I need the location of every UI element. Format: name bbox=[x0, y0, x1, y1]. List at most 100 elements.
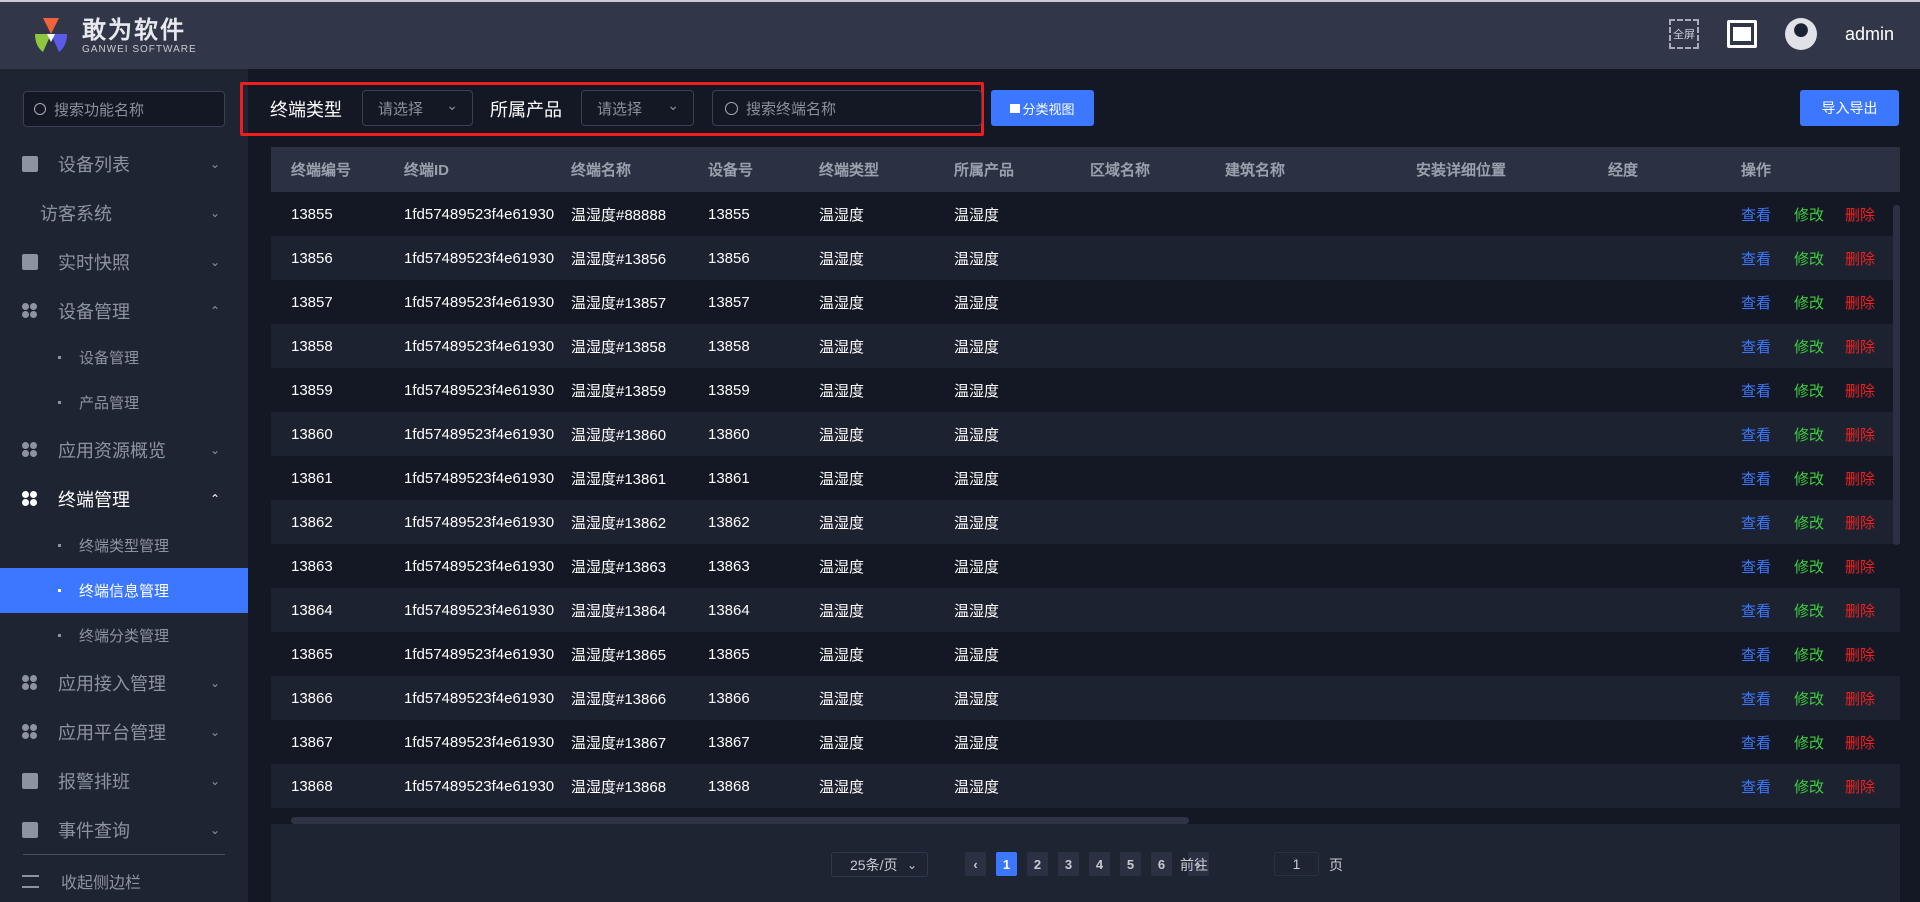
delete-link[interactable]: 删除 bbox=[1845, 424, 1875, 445]
table-cell: 温湿度 bbox=[819, 690, 865, 708]
view-link[interactable]: 查看 bbox=[1741, 204, 1771, 225]
delete-link[interactable]: 删除 bbox=[1845, 336, 1875, 357]
submenu-label: 终端类型管理 bbox=[79, 538, 170, 555]
sidebar-item-app-access[interactable]: 应用接入管理 ⌄ bbox=[0, 658, 248, 707]
edit-link[interactable]: 修改 bbox=[1794, 468, 1824, 489]
view-link[interactable]: 查看 bbox=[1741, 644, 1771, 665]
page-button[interactable]: 3 bbox=[1058, 852, 1079, 876]
table-cell: 温湿度 bbox=[819, 514, 865, 532]
select-placeholder: 请选择 bbox=[378, 100, 424, 118]
delete-link[interactable]: 删除 bbox=[1845, 468, 1875, 489]
sidebar-subitem-product-mgmt[interactable]: 产品管理 bbox=[0, 380, 248, 425]
table-cell: 1fd57489523f4e61930 bbox=[404, 777, 555, 795]
prev-page-button[interactable]: ‹ bbox=[965, 852, 986, 876]
table-cell: 1fd57489523f4e61930 bbox=[404, 425, 555, 443]
collapse-sidebar-button[interactable]: 收起侧边栏 bbox=[22, 866, 141, 896]
sidebar-item-terminal-mgmt[interactable]: 终端管理 ⌃ bbox=[0, 474, 248, 523]
delete-link[interactable]: 删除 bbox=[1845, 512, 1875, 533]
chevron-up-icon: ⌃ bbox=[209, 491, 220, 506]
category-view-button[interactable]: 分类视图 bbox=[991, 90, 1094, 126]
view-link[interactable]: 查看 bbox=[1741, 776, 1771, 797]
menu-label: 访客系统 bbox=[40, 203, 112, 224]
select-placeholder: 请选择 bbox=[597, 100, 643, 118]
goto-page-input[interactable]: 1 bbox=[1274, 852, 1319, 876]
view-link[interactable]: 查看 bbox=[1741, 688, 1771, 709]
sidebar-subitem-terminal-category[interactable]: 终端分类管理 bbox=[0, 613, 248, 658]
sidebar-item-device-list[interactable]: 设备列表 ⌄ bbox=[0, 139, 248, 188]
sidebar-subitem-terminal-info[interactable]: 终端信息管理 bbox=[0, 568, 248, 613]
sidebar-item-app-platform[interactable]: 应用平台管理 ⌄ bbox=[0, 707, 248, 756]
sidebar-subitem-device-mgmt[interactable]: 设备管理 bbox=[0, 335, 248, 380]
delete-link[interactable]: 删除 bbox=[1845, 292, 1875, 313]
vertical-scrollbar[interactable] bbox=[1893, 205, 1900, 545]
delete-link[interactable]: 删除 bbox=[1845, 644, 1875, 665]
fullscreen-button[interactable]: 全屏 bbox=[1668, 19, 1699, 49]
view-link[interactable]: 查看 bbox=[1741, 424, 1771, 445]
sidebar-item-device-mgmt[interactable]: 设备管理 ⌃ bbox=[0, 286, 248, 335]
page-button[interactable]: 4 bbox=[1089, 852, 1110, 876]
page-button[interactable]: 6 bbox=[1151, 852, 1172, 876]
view-link[interactable]: 查看 bbox=[1741, 468, 1771, 489]
sidebar-item-snapshot[interactable]: 实时快照 ⌄ bbox=[0, 237, 248, 286]
edit-link[interactable]: 修改 bbox=[1794, 380, 1824, 401]
table-cell: 1fd57489523f4e61930 bbox=[404, 513, 555, 531]
terminal-type-select[interactable]: 请选择 ⌄ bbox=[362, 90, 473, 126]
delete-link[interactable]: 删除 bbox=[1845, 600, 1875, 621]
table-cell: 13860 bbox=[291, 425, 333, 443]
delete-link[interactable]: 删除 bbox=[1845, 732, 1875, 753]
sidebar-item-alarm-schedule[interactable]: 报警排班 ⌄ bbox=[0, 756, 248, 805]
collapse-icon bbox=[22, 874, 39, 888]
edit-link[interactable]: 修改 bbox=[1794, 292, 1824, 313]
product-select[interactable]: 请选择 ⌄ bbox=[581, 90, 694, 126]
view-link[interactable]: 查看 bbox=[1741, 380, 1771, 401]
table-cell: 13864 bbox=[291, 601, 333, 619]
page-button[interactable]: 2 bbox=[1027, 852, 1048, 876]
import-export-button[interactable]: 导入导出 bbox=[1800, 90, 1899, 126]
terminal-name-search-input[interactable]: 搜索终端名称 bbox=[712, 90, 982, 126]
delete-link[interactable]: 删除 bbox=[1845, 204, 1875, 225]
table-cell: 温湿度 bbox=[954, 778, 1000, 796]
page-button[interactable]: 1 bbox=[996, 852, 1017, 876]
table-cell: 13864 bbox=[708, 601, 750, 619]
view-link[interactable]: 查看 bbox=[1741, 336, 1771, 357]
sidebar-subitem-terminal-type[interactable]: 终端类型管理 bbox=[0, 523, 248, 568]
sidebar-item-event-query[interactable]: 事件查询 ⌄ bbox=[0, 805, 248, 854]
edit-link[interactable]: 修改 bbox=[1794, 732, 1824, 753]
table-cell: 13861 bbox=[291, 469, 333, 487]
screen-icon[interactable] bbox=[1726, 20, 1757, 48]
page-button[interactable]: 5 bbox=[1120, 852, 1141, 876]
view-link[interactable]: 查看 bbox=[1741, 512, 1771, 533]
edit-link[interactable]: 修改 bbox=[1794, 512, 1824, 533]
delete-link[interactable]: 删除 bbox=[1845, 380, 1875, 401]
delete-link[interactable]: 删除 bbox=[1845, 248, 1875, 269]
username[interactable]: admin bbox=[1845, 24, 1894, 45]
view-link[interactable]: 查看 bbox=[1741, 248, 1771, 269]
edit-link[interactable]: 修改 bbox=[1794, 688, 1824, 709]
view-link[interactable]: 查看 bbox=[1741, 292, 1771, 313]
edit-link[interactable]: 修改 bbox=[1794, 556, 1824, 577]
edit-link[interactable]: 修改 bbox=[1794, 336, 1824, 357]
page-size-select[interactable]: 25条/页 ⌄ bbox=[831, 852, 928, 877]
table-cell: 1fd57489523f4e61930 bbox=[404, 689, 555, 707]
edit-link[interactable]: 修改 bbox=[1794, 204, 1824, 225]
table-cell: 温湿度 bbox=[954, 470, 1000, 488]
avatar[interactable] bbox=[1784, 18, 1817, 50]
edit-link[interactable]: 修改 bbox=[1794, 424, 1824, 445]
edit-link[interactable]: 修改 bbox=[1794, 776, 1824, 797]
edit-link[interactable]: 修改 bbox=[1794, 644, 1824, 665]
edit-link[interactable]: 修改 bbox=[1794, 248, 1824, 269]
sidebar-item-visitor[interactable]: 访客系统 ⌄ bbox=[0, 188, 248, 237]
view-link[interactable]: 查看 bbox=[1741, 600, 1771, 621]
horizontal-scrollbar[interactable] bbox=[291, 817, 1189, 824]
view-link[interactable]: 查看 bbox=[1741, 556, 1771, 577]
delete-link[interactable]: 删除 bbox=[1845, 556, 1875, 577]
sidebar-item-resource-overview[interactable]: 应用资源概览 ⌄ bbox=[0, 425, 248, 474]
delete-link[interactable]: 删除 bbox=[1845, 688, 1875, 709]
edit-link[interactable]: 修改 bbox=[1794, 600, 1824, 621]
delete-link[interactable]: 删除 bbox=[1845, 776, 1875, 797]
view-link[interactable]: 查看 bbox=[1741, 732, 1771, 753]
sidebar-search-input[interactable]: 搜索功能名称 bbox=[23, 91, 225, 127]
menu-label: 设备管理 bbox=[58, 301, 130, 322]
table-row: 13867 1fd57489523f4e61930 温湿度#13867 13867 温湿… bbox=[271, 720, 1900, 764]
monitor-icon bbox=[22, 155, 38, 172]
